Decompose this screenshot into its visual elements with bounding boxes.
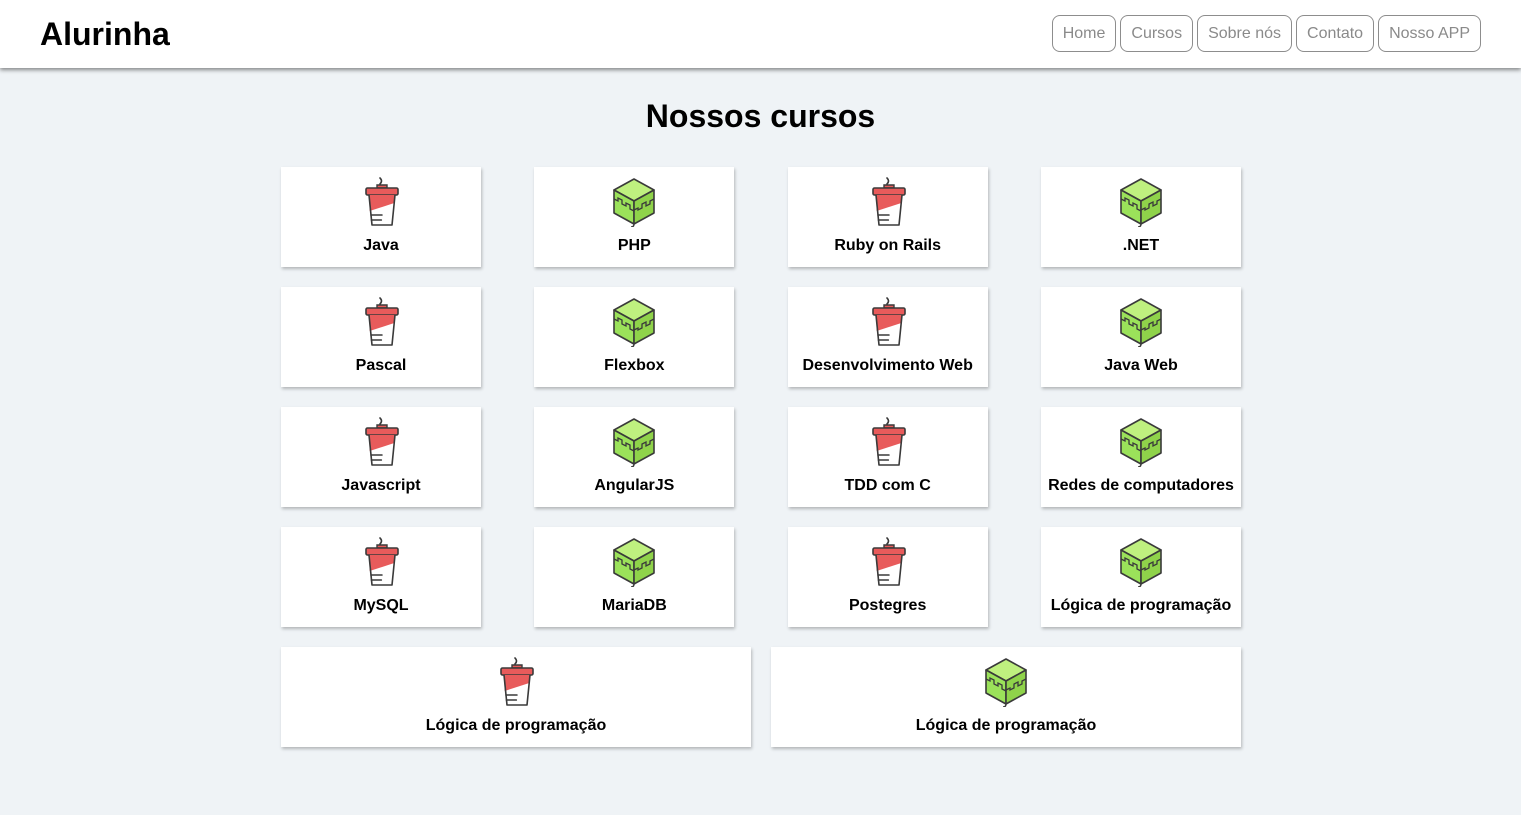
- course-label: Java: [363, 237, 399, 254]
- course-card[interactable]: Ruby on Rails: [787, 167, 988, 267]
- coffee-cup-icon: [492, 657, 540, 707]
- course-label: Pascal: [355, 357, 407, 374]
- course-card[interactable]: Desenvolvimento Web: [787, 287, 988, 387]
- nav-sobre-button[interactable]: Sobre nós: [1197, 15, 1293, 52]
- course-label: Lógica de programação: [1050, 597, 1232, 614]
- green-cube-icon: [1117, 297, 1165, 348]
- green-cube-icon: [1117, 537, 1165, 588]
- course-label: Postegres: [848, 597, 927, 614]
- green-cube-icon: [610, 177, 658, 228]
- coffee-cup-icon: [864, 537, 912, 587]
- green-cube-icon: [982, 657, 1030, 708]
- nav-app-button[interactable]: Nosso APP: [1378, 15, 1481, 52]
- course-label: Ruby on Rails: [834, 237, 941, 254]
- coffee-cup-icon: [864, 297, 912, 347]
- course-label: PHP: [617, 237, 651, 254]
- site-header: Alurinha Home Cursos Sobre nós Contato N…: [0, 0, 1521, 68]
- course-grid: Java PHP Ruby on Rails .NET Pascal Flexb…: [281, 167, 1241, 627]
- course-card[interactable]: Pascal: [281, 287, 481, 387]
- course-card[interactable]: Redes de computadores: [1040, 407, 1241, 507]
- nav-home-button[interactable]: Home: [1051, 15, 1117, 52]
- course-label: MariaDB: [601, 597, 667, 614]
- course-card[interactable]: Lógica de programação: [281, 647, 751, 747]
- coffee-cup-icon: [357, 177, 405, 227]
- green-cube-icon: [1117, 177, 1165, 228]
- course-card[interactable]: Lógica de programação: [771, 647, 1241, 747]
- course-label: TDD com C: [844, 477, 931, 494]
- course-grid-wide: Lógica de programação Lógica de programa…: [281, 647, 1241, 747]
- course-card[interactable]: Flexbox: [534, 287, 735, 387]
- course-label: Flexbox: [604, 357, 665, 374]
- coffee-cup-icon: [864, 417, 912, 467]
- coffee-cup-icon: [864, 177, 912, 227]
- course-card[interactable]: .NET: [1040, 167, 1241, 267]
- course-label: AngularJS: [594, 477, 675, 494]
- course-label: MySQL: [353, 597, 409, 614]
- coffee-cup-icon: [357, 537, 405, 587]
- course-card[interactable]: Postegres: [787, 527, 988, 627]
- green-cube-icon: [1117, 417, 1165, 468]
- course-label: .NET: [1122, 237, 1160, 254]
- page-title: Nossos cursos: [645, 98, 876, 134]
- course-card[interactable]: Javascript: [281, 407, 481, 507]
- course-label: Redes de computadores: [1048, 477, 1234, 494]
- coffee-cup-icon: [357, 297, 405, 347]
- course-label: Lógica de programação: [915, 717, 1097, 734]
- main-nav: Home Cursos Sobre nós Contato Nosso APP: [1051, 15, 1481, 52]
- course-card[interactable]: PHP: [534, 167, 735, 267]
- course-card[interactable]: AngularJS: [534, 407, 735, 507]
- coffee-cup-icon: [357, 417, 405, 467]
- course-label: Java Web: [1104, 357, 1178, 374]
- course-card[interactable]: Java: [281, 167, 481, 267]
- green-cube-icon: [610, 417, 658, 468]
- nav-cursos-button[interactable]: Cursos: [1120, 15, 1194, 52]
- course-card[interactable]: TDD com C: [787, 407, 988, 507]
- nav-contato-button[interactable]: Contato: [1296, 15, 1375, 52]
- course-card[interactable]: MariaDB: [534, 527, 735, 627]
- course-card[interactable]: Lógica de programação: [1040, 527, 1241, 627]
- course-label: Lógica de programação: [425, 717, 607, 734]
- course-label: Javascript: [341, 477, 421, 494]
- course-card[interactable]: Java Web: [1040, 287, 1241, 387]
- course-card[interactable]: MySQL: [281, 527, 481, 627]
- green-cube-icon: [610, 297, 658, 348]
- green-cube-icon: [610, 537, 658, 588]
- course-label: Desenvolvimento Web: [802, 357, 973, 374]
- site-logo[interactable]: Alurinha: [40, 15, 170, 53]
